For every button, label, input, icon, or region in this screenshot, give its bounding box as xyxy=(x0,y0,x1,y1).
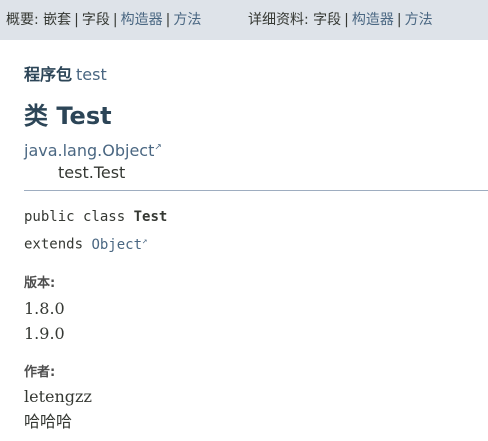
detail-fields: 字段 xyxy=(313,12,342,28)
package-line: 程序包 test xyxy=(24,61,107,85)
signature-class-name: Test xyxy=(133,209,168,225)
version-values: 1.8.0 1.9.0 xyxy=(24,296,65,346)
separator: | xyxy=(396,12,402,28)
class-signature: public class Test extends Object↗ xyxy=(24,205,167,257)
inheritance-tree: java.lang.Object↗ test.Test xyxy=(24,141,162,182)
detail-nav: 详细资料: 字段 | 构造器 | 方法 xyxy=(248,0,433,40)
parent-class-label: java.lang.Object xyxy=(24,141,155,160)
divider xyxy=(24,190,488,191)
external-link-icon: ↗ xyxy=(154,142,162,153)
detail-method-link[interactable]: 方法 xyxy=(405,12,433,28)
signature-modifiers: public class xyxy=(24,209,126,225)
author-values: letengzz 哈哈哈 xyxy=(24,384,92,434)
version-label: 版本: xyxy=(24,276,56,291)
separator: | xyxy=(74,12,79,28)
parent-class-link[interactable]: java.lang.Object↗ xyxy=(24,141,162,160)
summary-method-link[interactable]: 方法 xyxy=(173,12,201,28)
author-value: 哈哈哈 xyxy=(24,412,73,431)
package-label: 程序包 xyxy=(24,65,73,84)
detail-constructor-link[interactable]: 构造器 xyxy=(352,12,394,28)
detail-label: 详细资料: xyxy=(248,12,309,28)
signature-parent-link[interactable]: Object↗ xyxy=(91,236,148,253)
signature-extends: extends xyxy=(24,236,84,253)
signature-parent-label: Object xyxy=(91,236,143,253)
summary-nested: 嵌套 xyxy=(43,12,72,28)
package-link[interactable]: test xyxy=(76,65,107,84)
separator: | xyxy=(344,12,349,28)
author-value: letengzz xyxy=(24,387,92,406)
summary-fields: 字段 xyxy=(81,12,110,28)
author-label: 作者: xyxy=(24,365,56,380)
version-value: 1.8.0 xyxy=(24,299,65,318)
summary-constructor-link[interactable]: 构造器 xyxy=(121,12,163,28)
separator: | xyxy=(112,12,118,28)
version-value: 1.9.0 xyxy=(24,324,65,343)
summary-nav: 概要: 嵌套 | 字段 | 构造器 | 方法 xyxy=(6,0,201,40)
external-link-icon: ↗ xyxy=(142,236,148,246)
signature-line-2: extends Object↗ xyxy=(24,229,167,257)
page-title: 类 Test xyxy=(24,102,112,130)
summary-label: 概要: xyxy=(6,12,39,28)
signature-line-1: public class Test xyxy=(24,205,167,229)
sub-navigation-bar: 概要: 嵌套 | 字段 | 构造器 | 方法 详细资料: 字段 | 构造器 | 方法 xyxy=(0,0,488,40)
current-class-label: test.Test xyxy=(58,163,126,182)
separator: | xyxy=(165,12,171,28)
